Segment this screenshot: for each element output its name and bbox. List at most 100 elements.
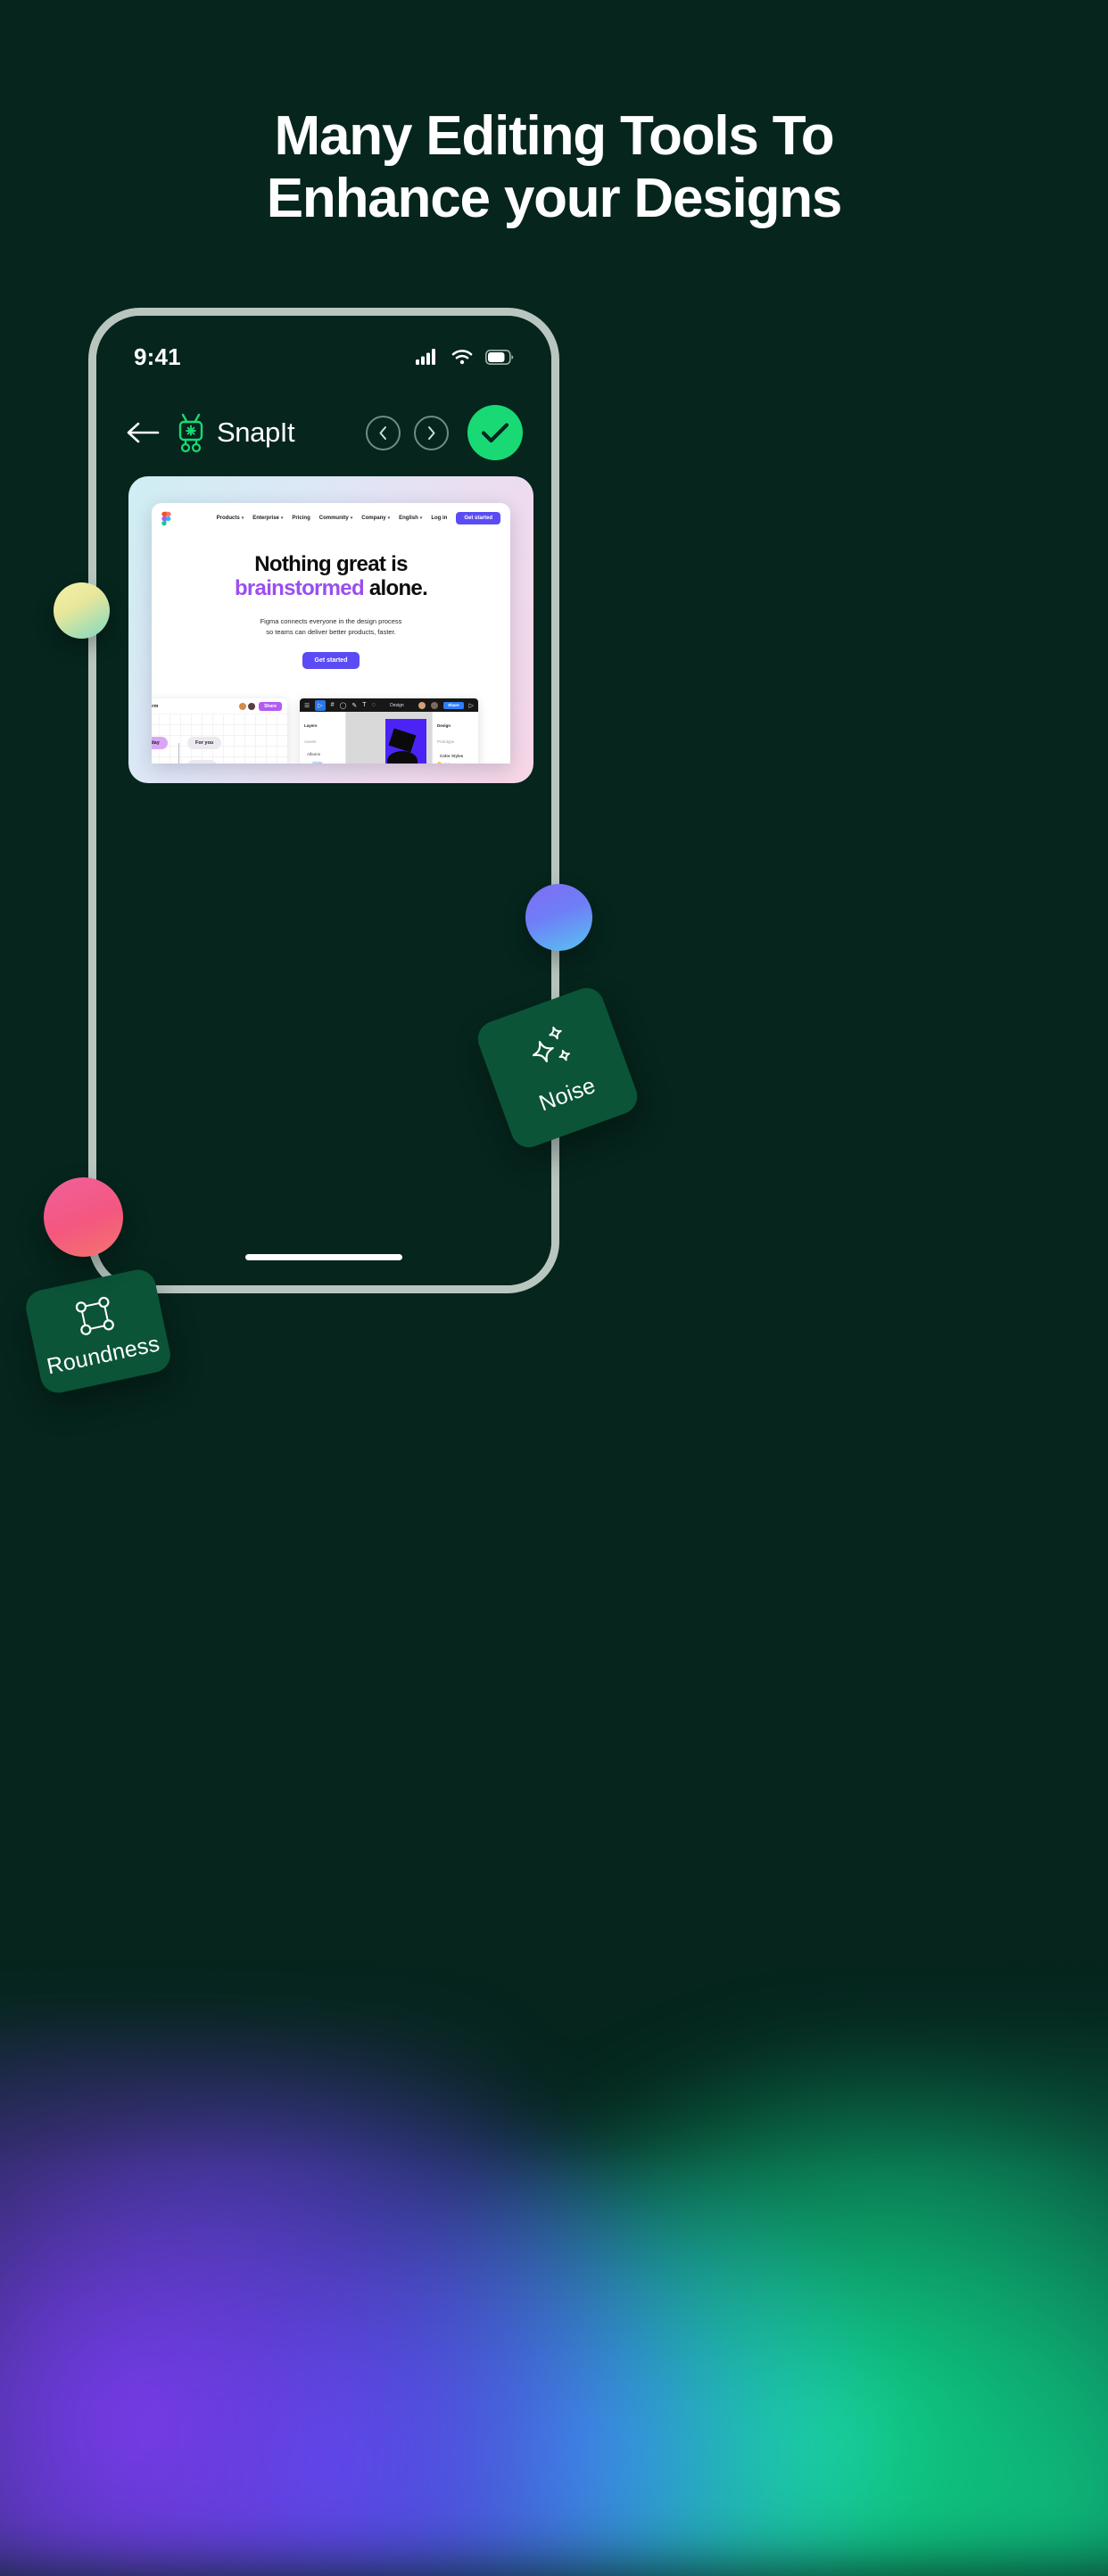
- site-menu: Products ▾ Enterprise ▾ Pricing Community ▾…: [217, 512, 500, 524]
- avatar: [239, 702, 247, 710]
- badge-label: Roundness: [44, 1330, 162, 1379]
- artboard-thumbnail: [385, 719, 426, 764]
- hero-get-started-button[interactable]: Get started: [302, 651, 360, 669]
- chevron-down-icon: ▾: [280, 516, 284, 521]
- figjam-mockup: Brainstorm Share Today For you Radio ved…: [152, 698, 287, 764]
- status-icons: [416, 349, 514, 365]
- color-name: Yellow: [444, 761, 455, 764]
- figjam-chip: Radio: [187, 760, 218, 764]
- properties-panel: Design Prototype Color Styles Yellow War…: [432, 712, 478, 764]
- decorative-orb-pink: [44, 1177, 123, 1257]
- phone-screen: 9:41 SnapIt Products ▾ Enterprise ▾ Pric…: [96, 316, 551, 1285]
- phone-mockup: 9:41 SnapIt Products ▾ Enterprise ▾ Pric…: [88, 308, 559, 1293]
- menu-item[interactable]: Pricing: [292, 516, 310, 521]
- redo-button[interactable]: [414, 415, 449, 450]
- figjam-share-button[interactable]: Share: [259, 701, 282, 711]
- badge-roundness[interactable]: Roundness: [22, 1266, 174, 1397]
- figjam-chip: Today: [152, 737, 168, 749]
- figjam-chip: For you: [187, 737, 222, 749]
- layers-panel: Layers Assets Albums Slider Hi For you C…: [300, 712, 346, 764]
- tab-prototype[interactable]: Prototype: [437, 739, 454, 744]
- menu-item[interactable]: Products ▾: [217, 516, 244, 521]
- decorative-orb-yellow: [54, 582, 110, 639]
- color-styles-title: Color Styles: [440, 754, 464, 758]
- layer-item[interactable]: Slider: [304, 761, 341, 764]
- menu-item-login[interactable]: Log in: [431, 516, 447, 521]
- sparkles-icon: [532, 1026, 570, 1062]
- text-tool-icon[interactable]: T: [362, 702, 366, 708]
- figma-toolbar: ☰ ▷ # ◯ ✎ T ◌ Design Share ▷: [300, 698, 478, 712]
- figjam-canvas: Today For you Radio ved Songs aylists: [152, 714, 287, 764]
- checkmark-icon: [481, 423, 509, 443]
- layer-item[interactable]: Albums: [304, 752, 341, 756]
- background-glow: [0, 2023, 1108, 2576]
- home-indicator[interactable]: [245, 1254, 402, 1260]
- color-style-row: Yellow: [437, 761, 474, 764]
- chevron-down-icon: ▾: [350, 516, 353, 521]
- figjam-title: Brainstorm: [152, 703, 159, 709]
- menu-label: Log in: [431, 516, 448, 521]
- app-header: SnapIt: [96, 394, 551, 471]
- page-title-line-2: Enhance your Designs: [266, 168, 843, 229]
- pen-tool-icon[interactable]: ✎: [351, 702, 357, 709]
- badge-label: Noise: [535, 1072, 599, 1116]
- color-swatch: [437, 761, 442, 764]
- chevron-down-icon: ▾: [387, 516, 391, 521]
- bottom-fade-overlay: [0, 1827, 1108, 2398]
- status-time: 9:41: [134, 343, 181, 370]
- corner-handles-icon: [75, 1296, 114, 1335]
- present-icon[interactable]: ▷: [469, 702, 474, 709]
- avatar: [248, 702, 256, 710]
- tab-design[interactable]: Design: [437, 723, 451, 728]
- hero-subtitle: Figma connects everyone in the design pr…: [152, 616, 510, 638]
- move-tool-icon[interactable]: ▷: [315, 699, 326, 711]
- figma-canvas: [346, 712, 432, 764]
- page-title-line-1: Many Editing Tools To: [274, 105, 835, 167]
- figma-file-title: Design: [390, 702, 404, 708]
- site-hero: Nothing great is brainstormed alone. Fig…: [152, 533, 510, 669]
- back-arrow-icon[interactable]: [125, 419, 161, 446]
- brand-name: SnapIt: [217, 417, 295, 448]
- menu-item[interactable]: Community ▾: [319, 516, 353, 521]
- hero-line-2: brainstormed alone.: [152, 575, 510, 601]
- figma-design-mockup: ☰ ▷ # ◯ ✎ T ◌ Design Share ▷ Layers Asse…: [300, 698, 478, 764]
- menu-label: Pricing: [292, 516, 310, 521]
- tab-layers[interactable]: Layers: [304, 723, 318, 728]
- screenshot-preview-card[interactable]: Products ▾ Enterprise ▾ Pricing Community ▾…: [128, 476, 533, 783]
- chevron-right-icon: [428, 425, 435, 440]
- menu-label: Enterprise: [252, 516, 279, 521]
- wifi-icon: [451, 350, 473, 365]
- hero-rest: alone.: [363, 575, 428, 600]
- nav-get-started-button[interactable]: Get started: [456, 512, 500, 524]
- menu-item[interactable]: Company ▾: [361, 516, 390, 521]
- header-actions: [366, 405, 523, 460]
- brand: SnapIt: [173, 412, 295, 453]
- menu-label: Company: [361, 516, 386, 521]
- chevron-down-icon: ▾: [241, 516, 244, 521]
- menu-label: Community: [318, 516, 349, 521]
- hero-subtitle-line-1: Figma connects everyone in the design pr…: [260, 616, 402, 625]
- avatar: [431, 701, 439, 709]
- hero-highlight: brainstormed: [234, 575, 365, 600]
- menu-item[interactable]: Enterprise ▾: [252, 516, 283, 521]
- figma-logo-icon: [161, 511, 171, 525]
- frame-tool-icon[interactable]: #: [331, 702, 335, 708]
- site-navbar: Products ▾ Enterprise ▾ Pricing Community ▾…: [152, 503, 510, 533]
- figma-body: Layers Assets Albums Slider Hi For you C…: [300, 712, 478, 764]
- tab-assets[interactable]: Assets: [304, 739, 317, 744]
- menu-icon[interactable]: ☰: [304, 702, 310, 709]
- undo-button[interactable]: [366, 415, 401, 450]
- page-title: Many Editing Tools To Enhance your Desig…: [0, 105, 1108, 230]
- shape-tool-icon[interactable]: ◯: [340, 702, 347, 709]
- hero-line-1: Nothing great is: [254, 552, 408, 576]
- done-button[interactable]: [467, 405, 523, 460]
- menu-label: Products: [216, 516, 240, 521]
- captured-website: Products ▾ Enterprise ▾ Pricing Community ▾…: [152, 503, 510, 764]
- menu-label: English: [399, 516, 418, 521]
- battery-icon: [485, 349, 514, 365]
- comment-tool-icon[interactable]: ◌: [372, 702, 376, 708]
- figjam-connector: [178, 743, 179, 764]
- menu-item-language[interactable]: English ▾: [399, 516, 422, 521]
- avatar: [418, 701, 426, 709]
- figma-share-button[interactable]: Share: [443, 701, 464, 709]
